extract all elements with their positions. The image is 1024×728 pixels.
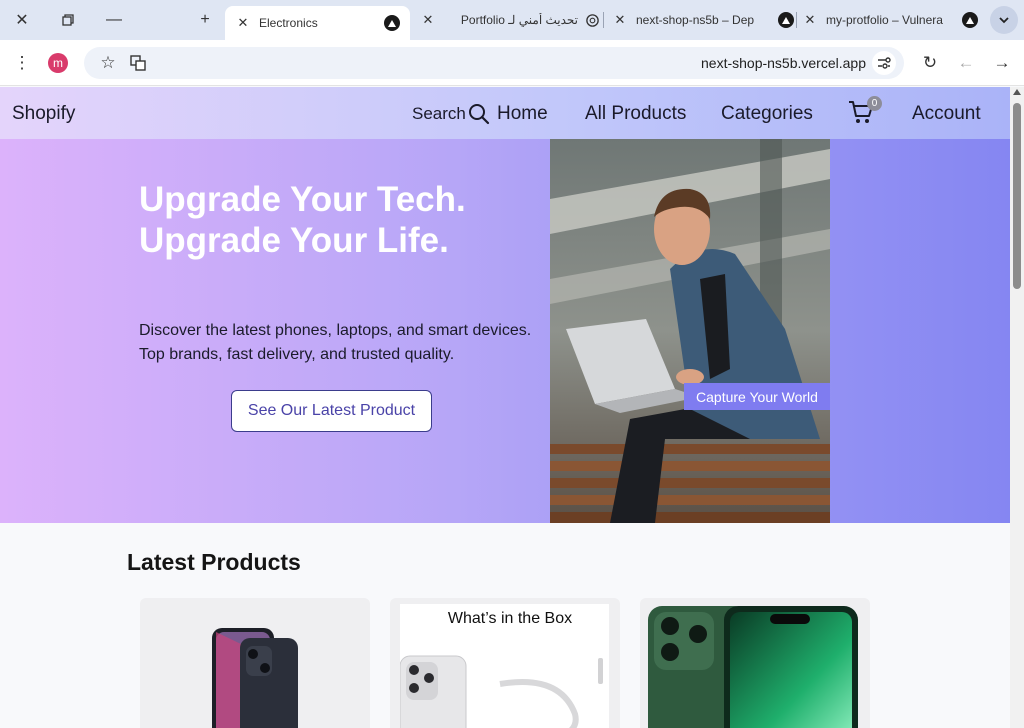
tab-strip: ✕ — + ✕ Electronics ✕ تحديث أمني لـ Port… — [0, 0, 1024, 40]
tab-close-icon[interactable]: ✕ — [612, 12, 628, 28]
tab-my-portfolio[interactable]: ✕ my-protfolio – Vulnera — [802, 6, 978, 34]
profile-avatar[interactable]: m — [48, 53, 68, 73]
tab-next-shop-deployment[interactable]: ✕ next-shop-ns5b – Dep — [612, 6, 794, 34]
latest-products-title: Latest Products — [127, 549, 301, 575]
back-icon[interactable]: ← — [954, 51, 978, 75]
nav-link-account[interactable]: Account — [912, 103, 981, 125]
product-card-iphone-box[interactable]: What’s in the Box — [390, 598, 620, 728]
hero-title-line-1: Upgrade Your Tech. — [139, 180, 466, 219]
scrollbar-thumb[interactable] — [1013, 103, 1021, 289]
minimize-window-icon[interactable]: — — [100, 8, 128, 32]
hero-photo-man-with-laptop — [550, 139, 830, 523]
tab-close-icon[interactable]: ✕ — [235, 15, 251, 31]
see-latest-product-button[interactable]: See Our Latest Product — [231, 390, 432, 432]
hero-subtitle: Discover the latest phones, laptops, and… — [139, 322, 532, 363]
scroll-up-arrow-icon[interactable] — [1013, 89, 1021, 95]
site-navbar: Shopify Search Home All Products Categor… — [0, 87, 1010, 139]
tab-title: Electronics — [259, 16, 318, 30]
url-text: next-shop-ns5b.vercel.app — [701, 55, 866, 71]
nav-link-all-products[interactable]: All Products — [585, 103, 686, 125]
product-card-iphone-green[interactable] — [640, 598, 870, 728]
browser-toolbar: ⋮ m ☆ next-shop-ns5b.vercel.app ↻ ← → — [0, 40, 1024, 86]
nav-link-categories[interactable]: Categories — [721, 103, 813, 125]
tab-search-chevron-icon[interactable] — [990, 6, 1018, 34]
tab-close-icon[interactable]: ✕ — [802, 12, 818, 28]
tab-title: my-protfolio – Vulnera — [826, 13, 943, 27]
brand-logo[interactable]: Shopify — [12, 103, 75, 125]
site-settings-icon[interactable] — [872, 51, 896, 75]
nav-search-button[interactable]: Search — [412, 103, 490, 125]
reload-icon[interactable]: ↻ — [918, 51, 942, 75]
new-tab-button[interactable]: + — [191, 8, 219, 32]
tab-title: تحديث أمني لـ Portfolio — [460, 13, 578, 27]
browser-menu-icon[interactable]: ⋮ — [10, 51, 34, 75]
vercel-icon — [962, 12, 978, 28]
tab-title: next-shop-ns5b – Dep — [636, 13, 755, 27]
page-scrollbar[interactable] — [1010, 87, 1024, 728]
tab-separator — [796, 12, 797, 28]
cart-button[interactable]: 0 — [848, 96, 882, 127]
tab-portfolio-security[interactable]: ✕ تحديث أمني لـ Portfolio — [420, 6, 600, 34]
profile-initial: m — [53, 56, 63, 70]
hero-title-line-2: Upgrade Your Life. — [139, 221, 449, 260]
restore-window-icon[interactable] — [54, 8, 82, 32]
translate-page-icon[interactable] — [126, 51, 150, 75]
hero-title: Upgrade Your Tech. Upgrade Your Life. — [139, 179, 466, 261]
bookmark-star-icon[interactable]: ☆ — [96, 51, 120, 75]
hero-banner: Upgrade Your Tech. Upgrade Your Life. Di… — [0, 139, 1010, 523]
tab-electronics[interactable]: ✕ Electronics — [225, 6, 410, 40]
product-image-green-phone — [648, 606, 858, 728]
product-card-iphone[interactable] — [140, 598, 370, 728]
address-bar[interactable]: ☆ next-shop-ns5b.vercel.app — [84, 47, 904, 79]
nav-link-home[interactable]: Home — [497, 103, 548, 125]
forward-icon[interactable]: → — [990, 51, 1014, 75]
tab-separator — [603, 12, 604, 28]
product-image-phone — [212, 628, 298, 728]
hero-image-caption: Capture Your World — [684, 383, 830, 410]
vercel-icon — [384, 15, 400, 31]
vercel-icon — [778, 12, 794, 28]
tab-close-icon[interactable]: ✕ — [420, 12, 436, 28]
page-viewport: Shopify Search Home All Products Categor… — [0, 87, 1010, 728]
close-window-icon[interactable]: ✕ — [8, 8, 36, 32]
search-icon — [468, 104, 489, 125]
cart-count-badge: 0 — [867, 96, 882, 111]
nav-search-label: Search — [412, 104, 466, 123]
product-image-box-contents: What’s in the Box — [400, 604, 609, 728]
chatgpt-icon — [584, 12, 600, 28]
